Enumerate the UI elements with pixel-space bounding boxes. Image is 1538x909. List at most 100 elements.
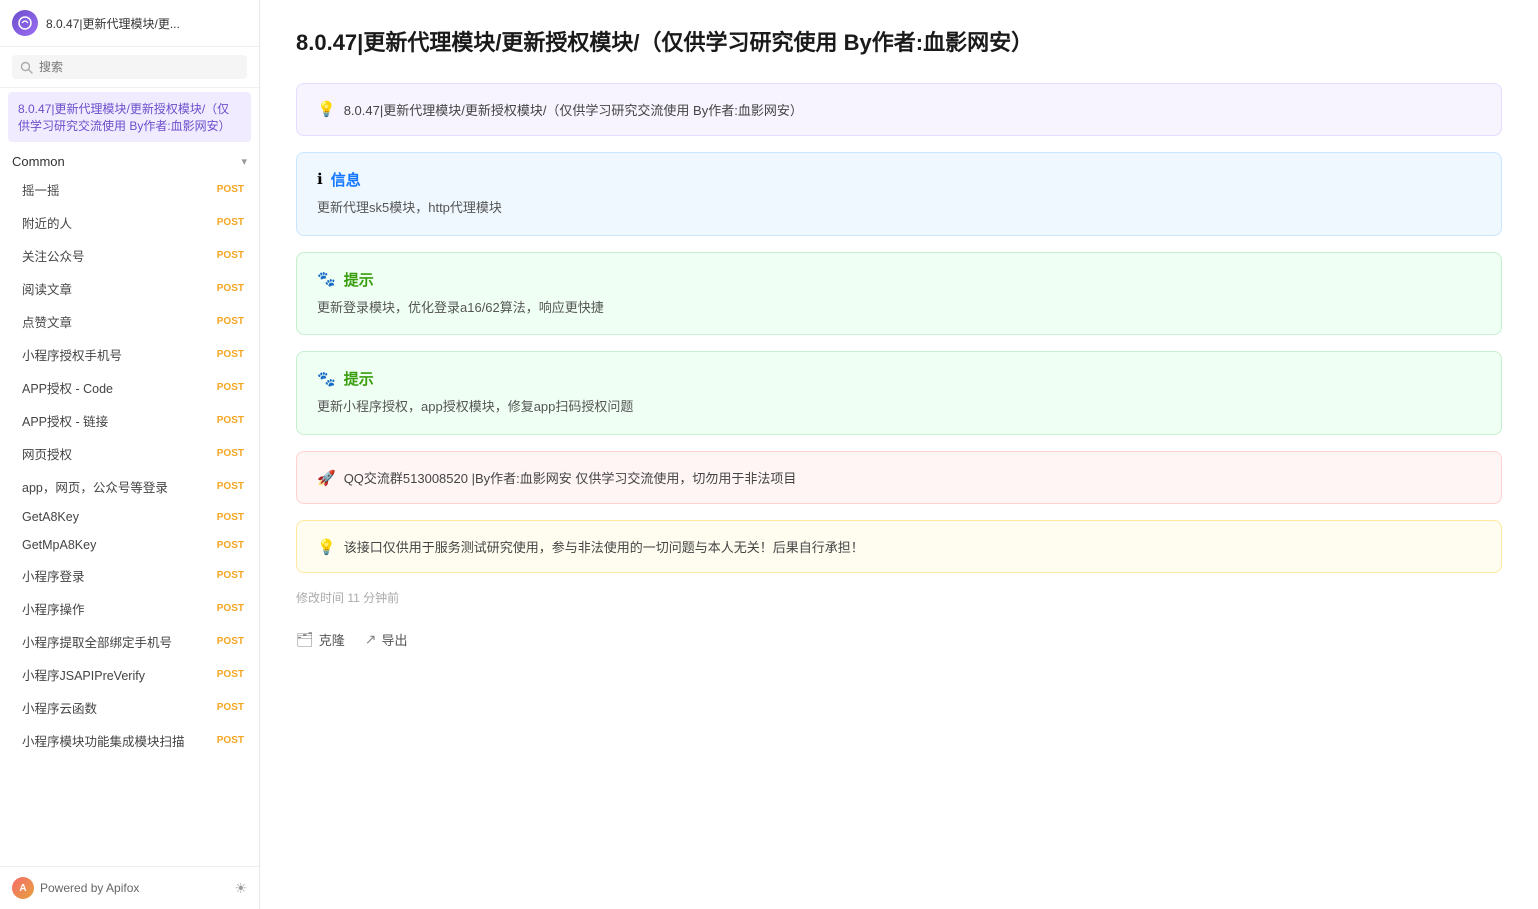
nav-item-label: 小程序授权手机号	[22, 345, 214, 364]
card-body: 更新小程序授权，app授权模块，修复app扫码授权问题	[317, 397, 1481, 418]
nav-item[interactable]: 阅读文章 POST	[0, 272, 259, 305]
nav-item[interactable]: 小程序授权手机号 POST	[0, 338, 259, 371]
nav-item-badge: POST	[214, 701, 247, 714]
export-icon: ↗	[365, 631, 377, 648]
card-text: QQ交流群513008520 |By作者:血影网安 仅供学习交流使用，切勿用于非…	[344, 468, 797, 487]
section-label: Common	[12, 154, 65, 169]
settings-icon[interactable]: ☀	[234, 880, 247, 897]
clone-icon: 🗂	[296, 631, 314, 648]
footer-brand-label: Powered by Apifox	[40, 881, 139, 895]
nav-item-label: 小程序模块功能集成模块扫描	[22, 731, 214, 750]
nav-item-label: 网页授权	[22, 444, 214, 463]
card-header: ℹ 信息	[317, 169, 1481, 190]
nav-item-label: 小程序登录	[22, 566, 214, 585]
nav-item[interactable]: APP授权 - 链接 POST	[0, 404, 259, 437]
active-nav-item[interactable]: 8.0.47|更新代理模块/更新授权模块/（仅供学习研究交流使用 By作者:血影…	[8, 92, 251, 142]
search-input[interactable]	[39, 60, 239, 74]
sidebar-footer: A Powered by Apifox ☀	[0, 866, 259, 909]
page-title: 8.0.47|更新代理模块/更新授权模块/（仅供学习研究使用 By作者:血影网安…	[296, 28, 1502, 59]
nav-item-label: 点赞文章	[22, 312, 214, 331]
info-card-2: 🐾 提示 更新登录模块，优化登录a16/62算法，响应更快捷	[296, 252, 1502, 336]
nav-item-badge: POST	[214, 216, 247, 229]
card-text: 8.0.47|更新代理模块/更新授权模块/（仅供学习研究交流使用 By作者:血影…	[344, 100, 803, 119]
sidebar: 8.0.47|更新代理模块/更... 8.0.47|更新代理模块/更新授权模块/…	[0, 0, 260, 909]
export-label: 导出	[382, 630, 408, 649]
nav-item-label: app，网页，公众号等登录	[22, 477, 214, 496]
app-logo	[12, 10, 38, 36]
search-icon	[20, 61, 33, 74]
nav-item-badge: POST	[214, 315, 247, 328]
nav-item[interactable]: GetMpA8Key POST	[0, 531, 259, 559]
card-title: 提示	[344, 269, 374, 290]
nav-item[interactable]: 网页授权 POST	[0, 437, 259, 470]
apifox-logo: A	[12, 877, 34, 899]
nav-item-badge: POST	[214, 734, 247, 747]
page-title-area: 8.0.47|更新代理模块/更新授权模块/（仅供学习研究使用 By作者:血影网安…	[296, 28, 1502, 59]
card-inline: 🚀 QQ交流群513008520 |By作者:血影网安 仅供学习交流使用，切勿用…	[317, 468, 1481, 487]
nav-item[interactable]: 附近的人 POST	[0, 206, 259, 239]
nav-item-badge: POST	[214, 447, 247, 460]
nav-item[interactable]: 小程序操作 POST	[0, 592, 259, 625]
card-icon: 🐾	[317, 370, 336, 388]
nav-item-badge: POST	[214, 348, 247, 361]
card-icon: 🐾	[317, 270, 336, 288]
nav-item-label: GetMpA8Key	[22, 538, 214, 552]
nav-item-badge: POST	[214, 480, 247, 493]
card-title: 信息	[331, 169, 361, 190]
nav-item-badge: POST	[214, 414, 247, 427]
nav-item[interactable]: 小程序JSAPIPreVerify POST	[0, 658, 259, 691]
nav-item-badge: POST	[214, 539, 247, 552]
nav-item[interactable]: GetA8Key POST	[0, 503, 259, 531]
search-input-wrap[interactable]	[12, 55, 247, 79]
sidebar-title: 8.0.47|更新代理模块/更...	[46, 15, 180, 32]
card-inline: 💡 8.0.47|更新代理模块/更新授权模块/（仅供学习研究交流使用 By作者:…	[317, 100, 1481, 119]
modified-time: 修改时间 11 分钟前	[296, 589, 1502, 606]
info-card-0: 💡 8.0.47|更新代理模块/更新授权模块/（仅供学习研究交流使用 By作者:…	[296, 83, 1502, 136]
nav-item-label: 关注公众号	[22, 246, 214, 265]
nav-item[interactable]: 小程序登录 POST	[0, 559, 259, 592]
info-card-1: ℹ 信息 更新代理sk5模块，http代理模块	[296, 152, 1502, 236]
nav-item-badge: POST	[214, 282, 247, 295]
nav-item[interactable]: 摇一摇 POST	[0, 173, 259, 206]
info-card-5: 💡 该接口仅供用于服务测试研究使用，参与非法使用的一切问题与本人无关！后果自行承…	[296, 520, 1502, 573]
card-header: 🐾 提示	[317, 269, 1481, 290]
card-icon: 🚀	[317, 469, 336, 487]
nav-item[interactable]: 小程序模块功能集成模块扫描 POST	[0, 724, 259, 757]
nav-item-badge: POST	[214, 249, 247, 262]
nav-item[interactable]: APP授权 - Code POST	[0, 371, 259, 404]
nav-item-label: 小程序JSAPIPreVerify	[22, 665, 214, 684]
nav-item-label: APP授权 - Code	[22, 378, 214, 397]
nav-items-list: 摇一摇 POST 附近的人 POST 关注公众号 POST 阅读文章 POST …	[0, 173, 259, 757]
card-body: 更新登录模块，优化登录a16/62算法，响应更快捷	[317, 298, 1481, 319]
nav-item-badge: POST	[214, 602, 247, 615]
info-card-4: 🚀 QQ交流群513008520 |By作者:血影网安 仅供学习交流使用，切勿用…	[296, 451, 1502, 504]
clone-label: 克隆	[319, 630, 345, 649]
nav-item-badge: POST	[214, 668, 247, 681]
chevron-down-icon: ▾	[241, 155, 247, 168]
nav-item-badge: POST	[214, 635, 247, 648]
info-card-3: 🐾 提示 更新小程序授权，app授权模块，修复app扫码授权问题	[296, 351, 1502, 435]
sidebar-nav: 8.0.47|更新代理模块/更新授权模块/（仅供学习研究交流使用 By作者:血影…	[0, 88, 259, 866]
nav-item[interactable]: 点赞文章 POST	[0, 305, 259, 338]
main-content: 8.0.47|更新代理模块/更新授权模块/（仅供学习研究使用 By作者:血影网安…	[260, 0, 1538, 909]
nav-item-label: 小程序云函数	[22, 698, 214, 717]
nav-item-badge: POST	[214, 183, 247, 196]
nav-item-label: GetA8Key	[22, 510, 214, 524]
nav-item[interactable]: app，网页，公众号等登录 POST	[0, 470, 259, 503]
nav-item[interactable]: 小程序云函数 POST	[0, 691, 259, 724]
nav-item[interactable]: 小程序提取全部绑定手机号 POST	[0, 625, 259, 658]
nav-item-badge: POST	[214, 381, 247, 394]
cards-container: 💡 8.0.47|更新代理模块/更新授权模块/（仅供学习研究交流使用 By作者:…	[296, 83, 1502, 573]
action-bar: 🗂 克隆 ↗ 导出	[296, 622, 1502, 649]
clone-button[interactable]: 🗂 克隆	[296, 630, 345, 649]
nav-item[interactable]: 关注公众号 POST	[0, 239, 259, 272]
card-icon: 💡	[317, 100, 336, 118]
nav-item-label: 附近的人	[22, 213, 214, 232]
export-button[interactable]: ↗ 导出	[365, 630, 408, 649]
sidebar-header: 8.0.47|更新代理模块/更...	[0, 0, 259, 47]
common-section-header[interactable]: Common ▾	[0, 146, 259, 173]
card-icon: ℹ	[317, 170, 323, 188]
nav-item-badge: POST	[214, 511, 247, 524]
card-title: 提示	[344, 368, 374, 389]
footer-left: A Powered by Apifox	[12, 877, 139, 899]
